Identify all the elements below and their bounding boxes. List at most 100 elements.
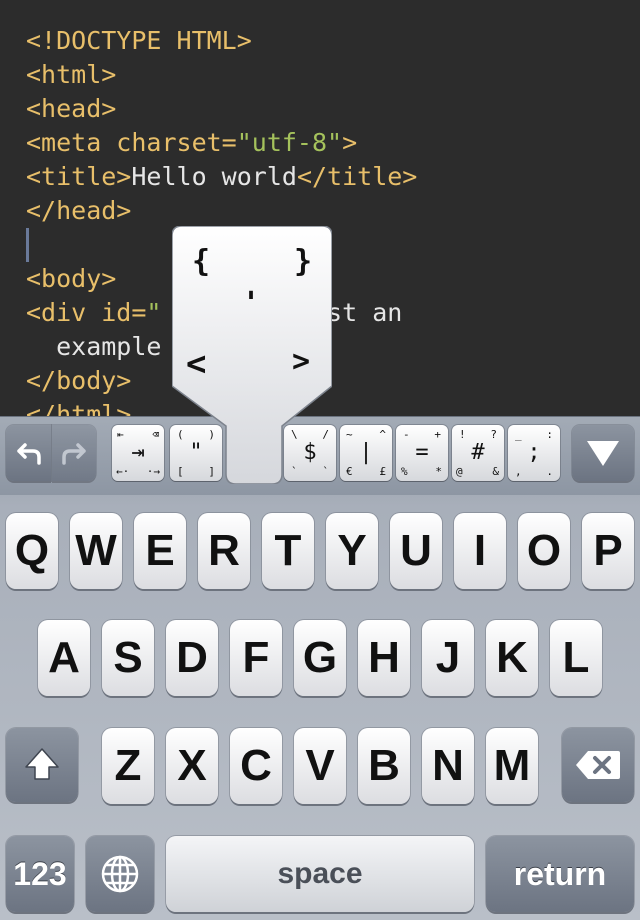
key-b[interactable]: B [358,728,410,804]
character-popup[interactable]: { } ' < > [172,226,332,484]
key-label: T [274,526,302,575]
semicolon-key[interactable]: _ : ; , . [508,425,560,481]
pipe-key-bl: € [346,465,353,478]
code-token: " [146,298,162,327]
semicolon-key-center: ; [527,440,541,465]
key-label: G [302,633,338,682]
equals-key-br: * [435,465,442,478]
return-key[interactable]: return [486,836,634,912]
popup-right-brace[interactable]: } [294,244,312,279]
key-label: X [177,741,207,790]
tab-key-center: ⇥ [131,440,145,465]
key-label: H [368,633,400,682]
key-y[interactable]: Y [326,513,378,589]
tab-key[interactable]: ⇤ ⌫ ⇥ ←· ·→ [112,425,164,481]
popup-greater-than[interactable]: > [292,344,310,379]
dismiss-keyboard-button[interactable] [572,425,634,481]
key-label: F [242,633,270,682]
code-line: <!DOCTYPE HTML> [26,24,252,58]
key-c[interactable]: C [230,728,282,804]
return-label: return [513,855,607,892]
hash-key-bl: @ [456,465,463,478]
key-m[interactable]: M [486,728,538,804]
key-h[interactable]: H [358,620,410,696]
key-s[interactable]: S [102,620,154,696]
key-label: Y [337,526,367,575]
popup-quote[interactable]: ' [242,286,260,321]
code-line: </html> [26,398,131,416]
space-bar[interactable]: space [166,836,474,912]
backspace-icon [576,751,620,779]
key-label: J [435,633,461,682]
key-x[interactable]: X [166,728,218,804]
key-w[interactable]: W [70,513,122,589]
pipe-key-center: | [359,440,373,465]
popup-left-brace[interactable]: { [192,244,210,279]
code-line: <body> [26,262,116,296]
key-label: R [208,526,240,575]
tab-key-br: ·→ [146,465,160,478]
pipe-key-br: £ [379,465,386,478]
redo-arrow-icon [62,443,86,465]
code-token: <div id= [26,298,147,327]
globe-key[interactable] [86,836,154,912]
code-line: <title>Hello world</title> [26,160,417,194]
code-line: <meta charset="utf-8"> [26,126,357,160]
key-f[interactable]: F [230,620,282,696]
key-e[interactable]: E [134,513,186,589]
code-token: </title> [296,162,418,191]
key-label: M [493,741,531,790]
key-label: U [400,526,432,575]
semicolon-key-tl: _ [515,428,522,441]
redo-button[interactable] [52,425,96,481]
key-d[interactable]: D [166,620,218,696]
code-token: <body> [26,264,117,293]
key-label: Z [114,741,142,790]
tab-key-tr: ⌫ [152,428,159,441]
code-token: Hello world [131,162,297,191]
key-t[interactable]: T [262,513,314,589]
key-a[interactable]: A [38,620,90,696]
delete-key[interactable] [562,728,634,802]
code-token: </head> [26,196,132,225]
key-label: O [526,526,562,575]
pipe-key-tl: ~ [346,428,353,441]
code-line: </head> [26,194,131,228]
key-p[interactable]: P [582,513,634,589]
key-i[interactable]: I [454,513,506,589]
key-j[interactable]: J [422,620,474,696]
key-o[interactable]: O [518,513,570,589]
numbers-key-label: 123 [13,855,67,892]
code-line: <html> [26,58,116,92]
semicolon-key-bl: , [515,465,522,478]
key-q[interactable]: Q [6,513,58,589]
key-v[interactable]: V [294,728,346,804]
numbers-key[interactable]: 123 [6,836,74,912]
popup-less-than[interactable]: < [186,344,206,384]
key-z[interactable]: Z [102,728,154,804]
key-u[interactable]: U [390,513,442,589]
space-label: space [277,857,363,890]
code-token: <title> [26,162,132,191]
onscreen-keyboard: ⇤ ⌫ ⇥ ←· ·→ ( ) " [ ] \ / $ ` ` ~ ^ | € … [0,416,640,920]
key-label: Q [14,526,50,575]
key-k[interactable]: K [486,620,538,696]
shift-key[interactable] [6,728,78,802]
hash-key[interactable]: ! ? # @ & [452,425,504,481]
undo-button[interactable] [6,425,51,481]
key-l[interactable]: L [550,620,602,696]
keyboard-dismiss-triangle-icon [587,441,619,466]
text-caret [26,228,29,262]
key-g[interactable]: G [294,620,346,696]
semicolon-key-br: . [546,465,553,478]
key-label: V [305,741,335,790]
key-label: S [113,633,143,682]
pipe-key[interactable]: ~ ^ | € £ [340,425,392,481]
equals-key[interactable]: - + = % * [396,425,448,481]
key-r[interactable]: R [198,513,250,589]
key-label: I [473,526,487,575]
code-line: </body> [26,364,131,398]
equals-key-tr: + [434,428,441,441]
key-n[interactable]: N [422,728,474,804]
equals-key-bl: % [401,465,408,478]
